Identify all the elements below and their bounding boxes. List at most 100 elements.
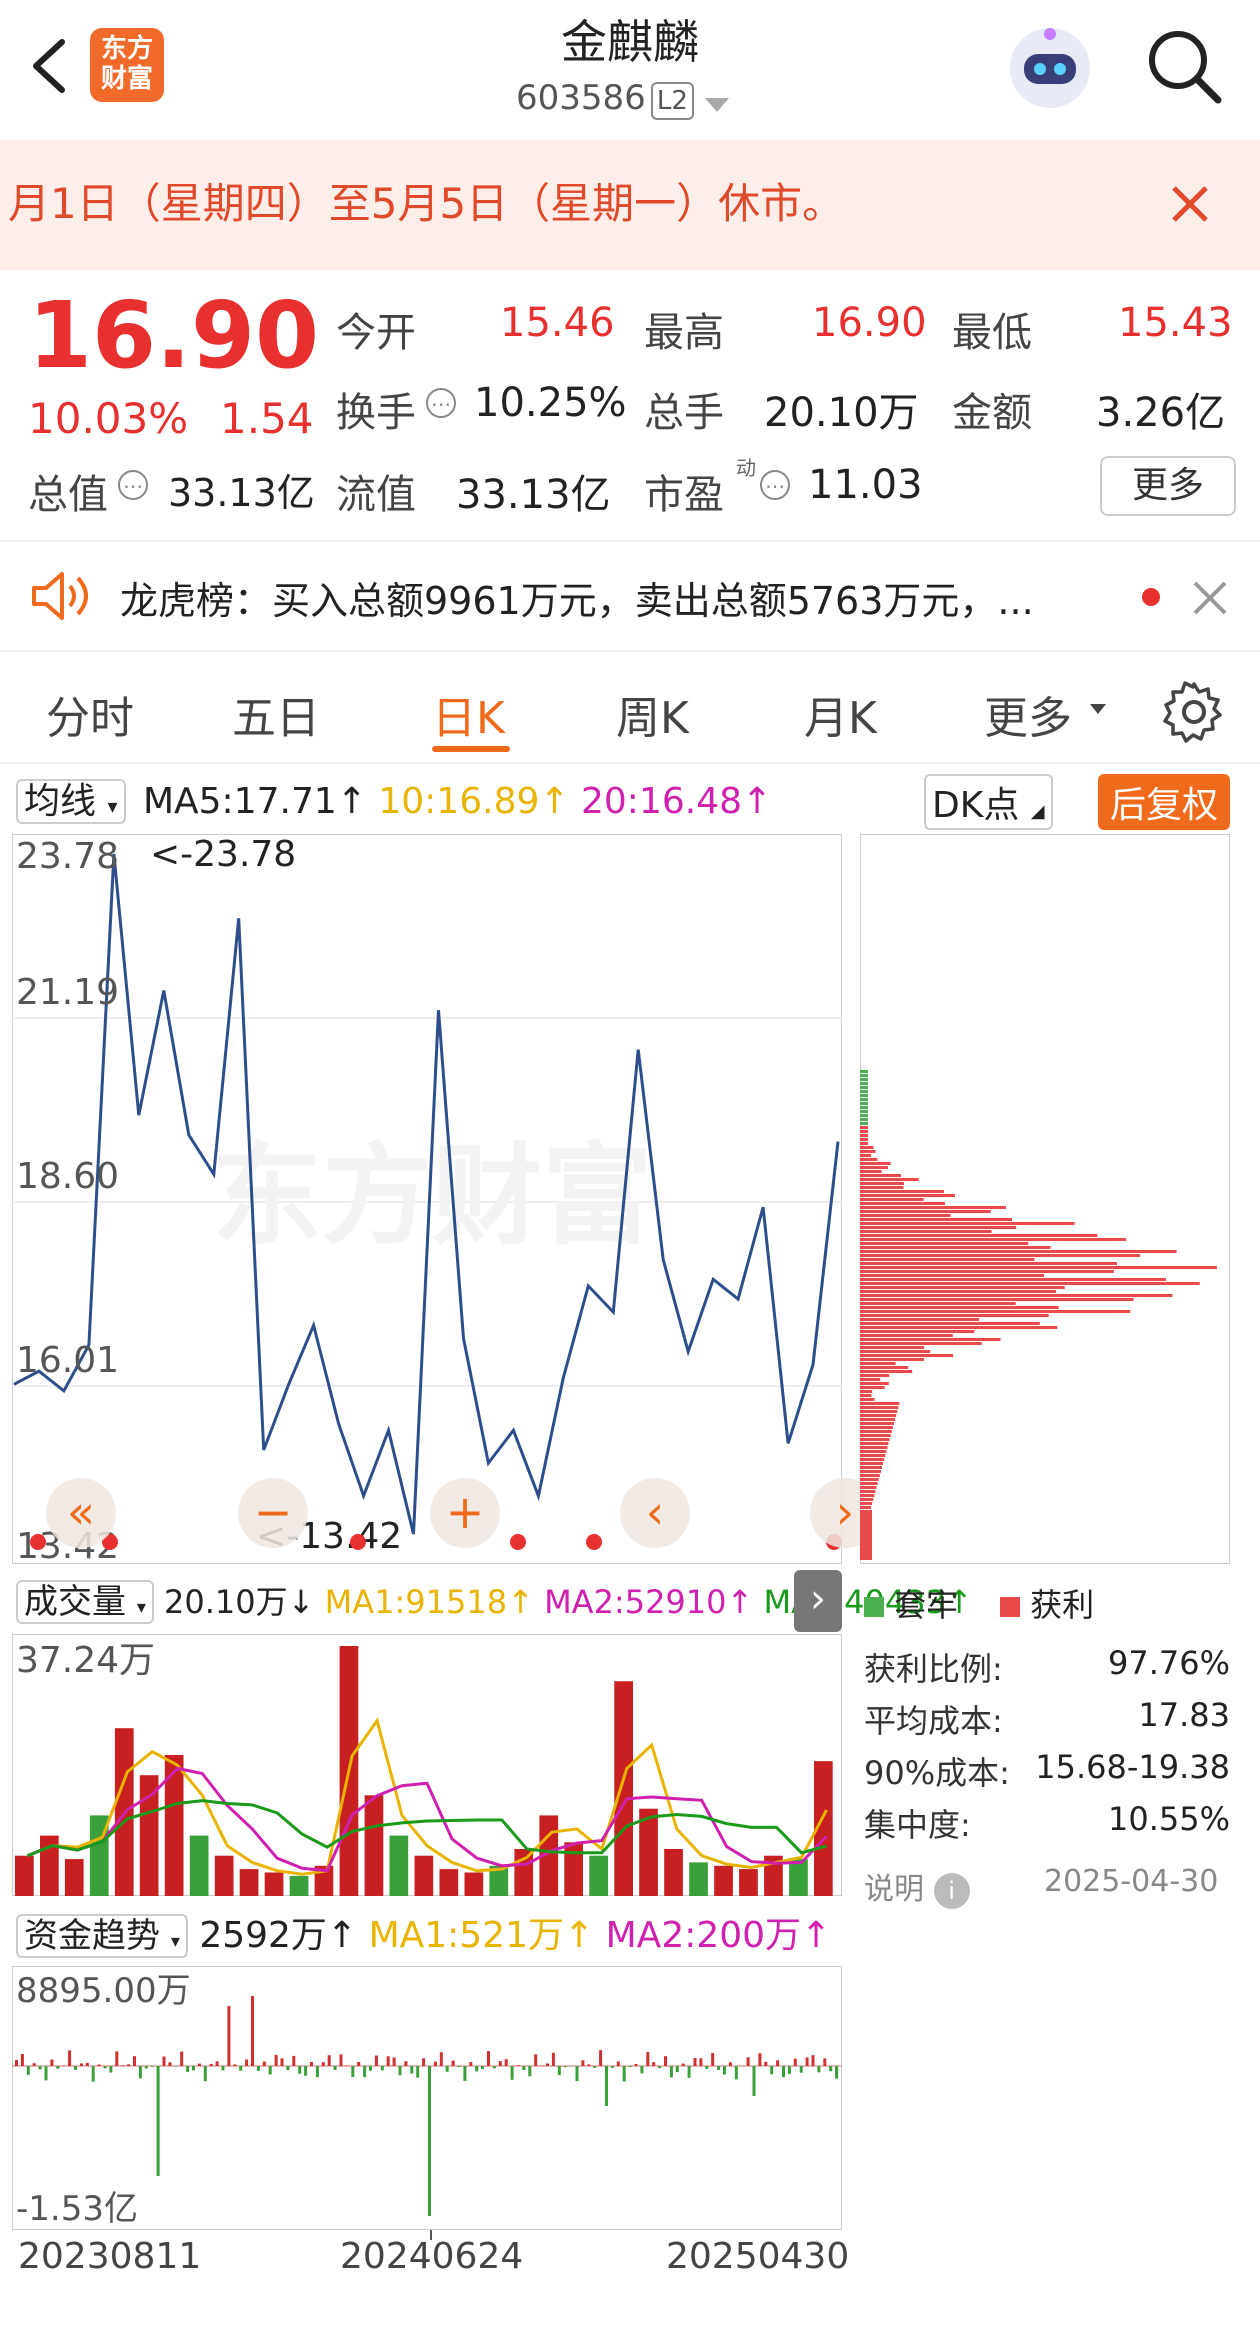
chip-bar [860, 1366, 909, 1369]
chip-bar [860, 1314, 1049, 1317]
level2-badge: L2 [650, 82, 694, 120]
chip-bar [860, 1382, 889, 1385]
fund-axis-top: 8895.00万 [16, 1971, 191, 2011]
chip-bar [860, 1302, 1016, 1305]
tab-intraday[interactable]: 分时 [46, 682, 134, 746]
ma-selector[interactable]: 均线 ▾ [16, 779, 126, 824]
fund-bar [605, 2066, 608, 2106]
tab-daily-k[interactable]: 日K [432, 682, 505, 746]
adjust-mode-button[interactable]: 后复权 [1098, 774, 1231, 830]
more-quote-button[interactable]: 更多 [1100, 456, 1236, 516]
news-ticker-text[interactable]: 龙虎榜：买入总额9961万元，卖出总额5763万元，... [120, 570, 1034, 625]
tab-five-day[interactable]: 五日 [232, 682, 320, 746]
amount-label: 金额 [952, 390, 1032, 436]
fund-bar [658, 2066, 662, 2069]
fund-bar [693, 2058, 697, 2066]
chip-bar [860, 1282, 1200, 1285]
volume-selector[interactable]: 成交量 ▾ [16, 1580, 154, 1624]
zoom-out-button[interactable]: − [238, 1478, 308, 1548]
close-banner-button[interactable] [1168, 182, 1212, 226]
market-cap-value: 33.13亿 [168, 471, 315, 515]
fund-bar [103, 2066, 107, 2069]
fund-bar [221, 2066, 225, 2071]
avg-cost-label: 平均成本: [864, 1702, 1003, 1740]
date-label-end: 20250430 [666, 2236, 850, 2277]
chip-bar [860, 1130, 868, 1133]
chip-bar [860, 1262, 1117, 1265]
volume-bar [664, 1849, 683, 1896]
robot-assistant-icon[interactable] [1006, 24, 1094, 112]
stock-code-row[interactable]: 603586 L2 [516, 78, 730, 120]
volume-bar [289, 1875, 309, 1896]
fund-bar [823, 2058, 827, 2066]
fund-bar [469, 2062, 473, 2066]
fund-bar [227, 2006, 231, 2066]
fund-bar [723, 2066, 726, 2075]
volume-bar [414, 1855, 434, 1896]
volume-bar [389, 1835, 409, 1896]
zoom-in-button[interactable]: + [430, 1478, 500, 1548]
fund-bar [38, 2066, 42, 2070]
scroll-left-fast-button[interactable]: « [46, 1478, 116, 1548]
tab-monthly-k[interactable]: 月K [804, 682, 877, 746]
max-price-note: <-23.78 [150, 834, 296, 875]
price-chart[interactable]: 东方财富 23.78 21.19 18.60 16.01 13.42 <-23.… [12, 834, 842, 1564]
chip-bar [860, 1338, 1001, 1341]
dk-point-selector[interactable]: DK点 ◢ [924, 774, 1053, 830]
fund-bar [717, 2066, 721, 2070]
fund-bar [782, 2066, 785, 2078]
chip-bar [860, 1246, 1051, 1249]
chip-bar [860, 1154, 872, 1157]
chip-bar [860, 1326, 1058, 1329]
fund-bar [457, 2066, 461, 2067]
event-dot[interactable] [350, 1534, 366, 1550]
fund-bar [192, 2066, 195, 2071]
event-dot[interactable] [30, 1534, 46, 1550]
close-icon [1193, 581, 1227, 615]
fund-bar [829, 2066, 833, 2072]
fund-indicator-row: 资金趋势 ▾ 2592万↑ MA1:521万↑ MA2:200万↑ [16, 1906, 831, 1958]
chip-bar [860, 1250, 1177, 1253]
chip-bar [860, 1446, 888, 1449]
fund-bar [687, 2066, 691, 2078]
chip-bar [860, 1294, 1173, 1297]
scroll-left-button[interactable]: ‹ [620, 1478, 690, 1548]
fund-bar [551, 2052, 555, 2066]
volume-bar [589, 1855, 608, 1896]
fund-bar [793, 2058, 797, 2066]
fund-bar [776, 2060, 780, 2066]
info-icon[interactable]: ⋯ [118, 470, 148, 500]
fund-selector[interactable]: 资金趋势 ▾ [16, 1914, 188, 1958]
event-dot[interactable] [510, 1534, 526, 1550]
volume-value: 20.10万 [764, 390, 919, 436]
tab-more[interactable]: 更多 [984, 682, 1072, 746]
fund-axis-bottom: -1.53亿 [16, 2189, 138, 2229]
date-label-mid: 20240624 [340, 2236, 524, 2277]
chip-bar [860, 1146, 874, 1149]
fund-bar [770, 2066, 774, 2075]
info-icon[interactable]: ⋯ [760, 470, 790, 500]
chip-bar [860, 1378, 881, 1381]
close-news-button[interactable] [1190, 578, 1230, 618]
search-button[interactable] [1144, 26, 1224, 106]
chip-bar [860, 1322, 1040, 1325]
tab-weekly-k[interactable]: 周K [616, 682, 689, 746]
expand-panel-button[interactable]: › [794, 1570, 842, 1632]
float-cap-value: 33.13亿 [456, 472, 611, 518]
chip-bar [860, 1114, 868, 1117]
fund-bar [327, 2055, 331, 2066]
fund-bar [669, 2066, 673, 2078]
close-icon [1172, 186, 1208, 222]
chip-bar [860, 1222, 1075, 1225]
event-dot[interactable] [586, 1534, 602, 1550]
fund-bar [68, 2050, 72, 2066]
chip-bar [860, 1342, 982, 1345]
settings-button[interactable] [1162, 680, 1226, 744]
info-icon[interactable]: ⋯ [426, 388, 456, 418]
fund-bar [310, 2062, 313, 2066]
fund-bar [304, 2066, 308, 2076]
unread-dot [1142, 588, 1160, 606]
fund-bar [292, 2055, 296, 2066]
chip-note[interactable]: 说明 i [864, 1864, 970, 1909]
fund-flow-chart: 8895.00万 -1.53亿 [12, 1966, 842, 2230]
